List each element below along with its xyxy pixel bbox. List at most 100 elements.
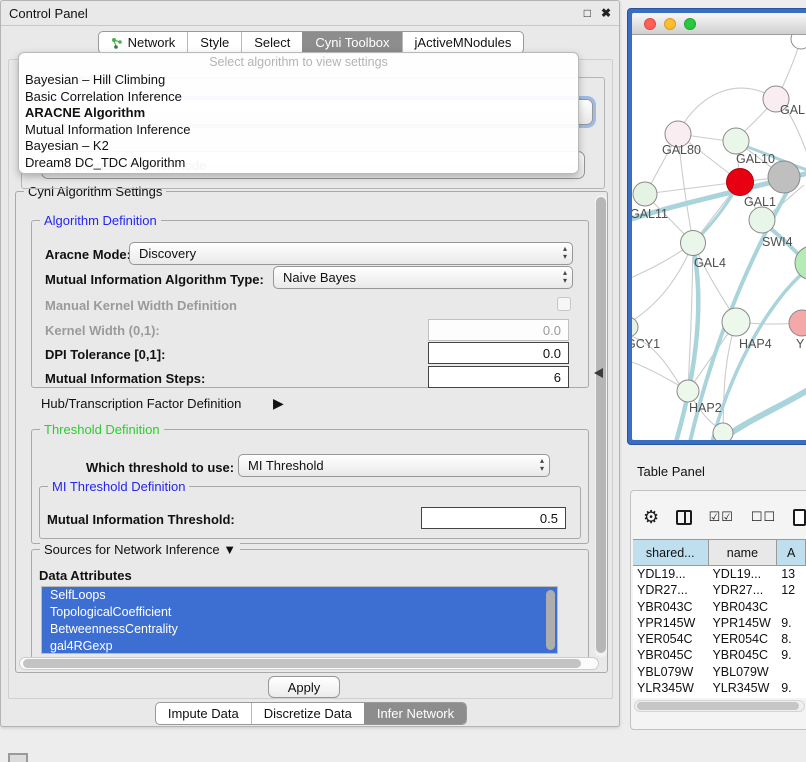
table-row[interactable]: YIL052C YIL052C 9 xyxy=(633,696,806,698)
aracne-mode-combo[interactable]: Discovery ▴▾ xyxy=(129,242,573,265)
attribute-list-scrollbar[interactable] xyxy=(546,590,555,650)
column-header-shared[interactable]: shared... xyxy=(633,540,709,565)
float-window-icon[interactable]: □ xyxy=(584,6,591,20)
cell: 9. xyxy=(777,647,806,663)
cell: YBR045C xyxy=(708,647,777,663)
tab-select-label: Select xyxy=(254,35,290,50)
tab-discretize-data-label: Discretize Data xyxy=(264,706,352,721)
mouse-cursor xyxy=(594,368,603,378)
mi-steps-field[interactable]: 6 xyxy=(428,366,569,388)
table-row[interactable]: YBR045C YBR045C 9. xyxy=(633,647,806,663)
table-row[interactable]: YBR043C YBR043C xyxy=(633,599,806,615)
node-gal1[interactable] xyxy=(727,169,754,196)
mi-type-combo[interactable]: Naive Bayes ▴▾ xyxy=(273,266,573,289)
apply-button[interactable]: Apply xyxy=(268,676,340,698)
deselect-all-icon[interactable]: ☐☐ xyxy=(751,509,776,525)
table-panel-title: Table Panel xyxy=(637,464,705,479)
table-row[interactable]: YER054C YER054C 8. xyxy=(633,631,806,647)
collapse-arrow-icon[interactable]: ▼ xyxy=(223,542,236,557)
zoom-traffic-light-icon[interactable] xyxy=(684,18,696,30)
table-row[interactable]: YDR27... YDR27... 12 xyxy=(633,582,806,598)
node-swi4[interactable] xyxy=(749,207,775,233)
node-gal10[interactable] xyxy=(723,128,749,154)
dropdown-prompt: Select algorithm to view settings xyxy=(19,55,578,72)
node-label: HAP2 xyxy=(689,401,722,415)
table-row[interactable]: YLR345W YLR345W 9. xyxy=(633,680,806,696)
select-all-icon[interactable]: ☑☑ xyxy=(709,509,734,525)
node-gal11[interactable] xyxy=(633,182,657,206)
dropdown-option[interactable]: Bayesian – Hill Climbing xyxy=(19,72,578,89)
column-header-name[interactable]: name xyxy=(709,540,778,565)
node-partial[interactable] xyxy=(791,35,806,49)
mi-type-label: Mutual Information Algorithm Type: xyxy=(45,272,264,287)
attribute-item[interactable]: TopologicalCoefficient xyxy=(42,604,557,621)
minimized-panel-icon[interactable] xyxy=(8,753,28,762)
node-label: GCY1 xyxy=(632,337,660,351)
mi-threshold-group-title: MI Threshold Definition xyxy=(48,479,189,494)
which-threshold-label: Which threshold to use: xyxy=(86,460,234,475)
column-header-partial[interactable]: A xyxy=(777,540,806,565)
mi-threshold-label: Mutual Information Threshold: xyxy=(47,512,235,527)
node-hap2[interactable] xyxy=(677,380,699,402)
attribute-item[interactable]: BetweennessCentrality xyxy=(42,621,557,638)
dropdown-option-selected[interactable]: ARACNE Algorithm xyxy=(19,105,578,122)
stepper-arrows-icon: ▴▾ xyxy=(563,269,567,285)
gear-icon[interactable]: ⚙ xyxy=(643,507,659,528)
cell: YLR345W xyxy=(708,680,777,696)
kernel-width-label: Kernel Width (0,1): xyxy=(45,323,160,338)
network-canvas[interactable]: GAL GAL80 GAL10 GAL1 GAL11 SWI4 GAL4 GCY… xyxy=(632,35,806,440)
table-horizontal-scrollbar[interactable] xyxy=(634,700,805,712)
expand-arrow-icon[interactable]: ▶ xyxy=(273,395,284,412)
minimize-traffic-light-icon[interactable] xyxy=(664,18,676,30)
dropdown-option[interactable]: Bayesian – K2 xyxy=(19,138,578,155)
cell: YBR045C xyxy=(633,647,708,663)
close-window-icon[interactable]: ✖ xyxy=(601,6,611,20)
node-bottom[interactable] xyxy=(713,423,733,440)
node-salmon[interactable] xyxy=(789,310,806,336)
node-gal4[interactable] xyxy=(681,231,706,256)
tab-cyni-toolbox[interactable]: Cyni Toolbox xyxy=(302,32,401,53)
tab-jactivemnodules[interactable]: jActiveMNodules xyxy=(402,32,524,53)
split-view-icon[interactable] xyxy=(676,510,691,525)
sources-title-text: Sources for Network Inference xyxy=(44,542,220,557)
tab-style[interactable]: Style xyxy=(187,32,241,53)
attribute-item[interactable]: SelfLoops xyxy=(42,587,557,604)
dropdown-option[interactable]: Basic Correlation Inference xyxy=(19,89,578,106)
mi-steps-label: Mutual Information Steps: xyxy=(45,371,205,386)
close-traffic-light-icon[interactable] xyxy=(644,18,656,30)
control-panel-window: Control Panel □ ✖ Network Style Select xyxy=(0,0,620,727)
settings-horizontal-scrollbar[interactable] xyxy=(19,657,599,670)
tab-network[interactable]: Network xyxy=(99,32,188,53)
tab-discretize-data[interactable]: Discretize Data xyxy=(251,703,364,724)
node-left-green[interactable] xyxy=(632,317,638,337)
network-icon xyxy=(111,37,123,49)
cell: YER054C xyxy=(708,631,777,647)
tab-impute-data[interactable]: Impute Data xyxy=(156,703,251,724)
manual-kernel-checkbox[interactable] xyxy=(557,297,571,311)
kernel-width-field[interactable]: 0.0 xyxy=(428,319,569,341)
table-row[interactable]: YDL19... YDL19... 13 xyxy=(633,566,806,582)
node-label: GAL xyxy=(780,103,805,117)
stepper-arrows-icon: ▴▾ xyxy=(563,245,567,261)
mi-threshold-field[interactable]: 0.5 xyxy=(421,507,566,529)
dpi-tolerance-label: DPI Tolerance [0,1]: xyxy=(45,347,165,362)
attribute-item[interactable]: gal4RGexp xyxy=(42,638,557,654)
cell: YBL079W xyxy=(708,664,777,680)
hub-definition-label: Hub/Transcription Factor Definition xyxy=(41,396,241,411)
node-hap4[interactable] xyxy=(722,308,750,336)
algorithm-dropdown-popup: Select algorithm to view settings Bayesi… xyxy=(18,52,579,174)
document-icon[interactable] xyxy=(793,509,806,526)
table-row[interactable]: YPR145W YPR145W 9. xyxy=(633,615,806,631)
cell: YLR345W xyxy=(633,680,708,696)
table-row[interactable]: YBL079W YBL079W xyxy=(633,664,806,680)
which-threshold-combo[interactable]: MI Threshold ▴▾ xyxy=(238,454,550,477)
cell: 9. xyxy=(777,615,806,631)
dpi-tolerance-field[interactable]: 0.0 xyxy=(428,342,569,364)
settings-vertical-scrollbar[interactable] xyxy=(595,195,607,657)
dropdown-option[interactable]: Dream8 DC_TDC Algorithm xyxy=(19,155,578,172)
tab-infer-network[interactable]: Infer Network xyxy=(364,703,466,724)
dropdown-option[interactable]: Mutual Information Inference xyxy=(19,122,578,139)
cell xyxy=(777,664,806,680)
tab-select[interactable]: Select xyxy=(241,32,302,53)
aracne-mode-value: Discovery xyxy=(139,246,196,261)
